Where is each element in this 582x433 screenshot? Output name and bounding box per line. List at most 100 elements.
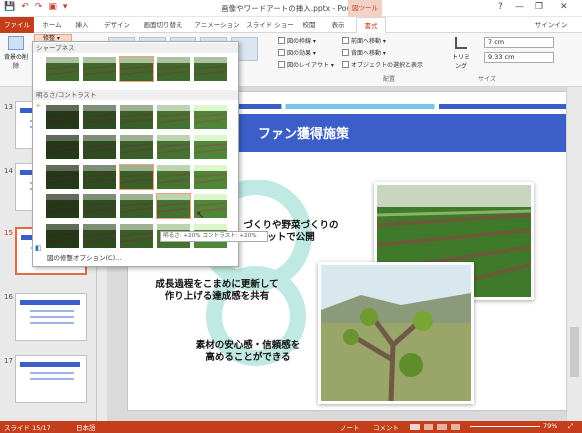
comments-button[interactable]: コメント [373,422,399,432]
vertical-scrollbar[interactable] [566,87,582,421]
brightness-contrast-option[interactable] [83,194,116,219]
field-preview-icon [83,224,116,249]
zoom-level[interactable]: 79% [543,422,557,430]
notes-button[interactable]: ノート [340,422,360,432]
fig-tree-photo[interactable] [318,262,474,404]
tab-animations[interactable]: アニメーション [192,17,242,33]
slide-thumbnail-16[interactable] [15,293,87,341]
brightness-contrast-option[interactable] [120,105,153,129]
crop-icon [455,37,467,49]
slideshow-view-icon[interactable] [450,424,460,430]
tab-insert[interactable]: 挿入 [70,17,94,33]
sharpness-option[interactable] [119,56,154,82]
picture-border-button[interactable]: 図の枠線 ▾ [278,36,316,45]
fit-to-window-icon[interactable]: ⤢ [568,422,573,431]
brightness-contrast-grid [46,105,236,250]
undo-icon[interactable]: ↶ [21,2,29,12]
picture-layout-button[interactable]: 図のレイアウト ▾ [278,60,334,69]
brightness-contrast-option[interactable] [46,105,79,129]
field-preview-icon [194,164,227,189]
tab-transitions[interactable]: 画面切り替え [140,17,186,33]
brightness-contrast-option[interactable] [83,105,116,129]
brightness-contrast-option[interactable] [119,163,154,190]
send-backward-icon [342,49,349,56]
brightness-contrast-option[interactable] [120,194,153,219]
restore-button[interactable]: ❐ [535,2,543,12]
status-bar: スライド 15/17 日本語 ノート コメント 79% ⤢ [0,421,582,433]
field-preview-icon [83,194,116,219]
sharpness-row [46,56,236,83]
zoom-slider[interactable] [470,426,540,427]
slide-counter: スライド 15/17 [4,424,51,432]
brightness-contrast-option[interactable] [46,224,79,249]
crop-button[interactable]: トリミング [450,37,472,70]
cycle-text-3[interactable]: 素材の安心感・信頼感を 高めることができる [178,340,318,364]
slideshow-start-icon[interactable]: ▣ [48,2,57,12]
slide-number: 13 [4,103,13,111]
sharpness-option[interactable] [194,57,227,81]
field-preview-icon [83,164,116,189]
sharpness-option[interactable] [46,57,79,81]
slide-number: 16 [4,293,13,301]
tab-slideshow[interactable]: スライド ショー [246,17,294,33]
reading-view-icon[interactable] [437,424,447,430]
brightness-contrast-option[interactable] [156,193,191,220]
selection-pane-button[interactable]: オブジェクトの選択と表示 [342,60,423,69]
field-preview-icon [157,134,190,159]
tab-format[interactable]: 書式 [356,17,386,33]
brightness-contrast-header: 明るさ/コントラスト [33,90,238,100]
sharpness-option[interactable] [157,57,190,81]
minimize-button[interactable]: — [515,2,524,12]
brightness-contrast-option[interactable] [120,224,153,249]
scroll-thumb[interactable] [570,327,579,377]
brightness-contrast-option[interactable] [157,134,190,159]
tab-review[interactable]: 校閲 [298,17,320,33]
field-preview-icon [194,134,227,159]
send-backward-button[interactable]: 背面へ移動 ▾ [342,48,386,57]
remove-background-icon [8,36,24,50]
save-icon[interactable]: 💾 [4,2,15,12]
tab-view[interactable]: 表示 [326,17,350,33]
brightness-contrast-option[interactable] [46,134,79,159]
view-buttons [410,424,460,430]
brightness-contrast-option[interactable] [157,164,190,189]
close-button[interactable]: ✕ [560,2,568,12]
bring-forward-button[interactable]: 前面へ移動 ▾ [342,36,386,45]
tab-file[interactable]: ファイル [0,17,34,33]
cycle-text-2[interactable]: 成長過程をこまめに更新して 作り上げる達成感を共有 [142,279,292,303]
language-indicator[interactable]: 日本語 [76,422,96,432]
normal-view-icon[interactable] [410,424,420,430]
redo-icon[interactable]: ↷ [35,2,43,12]
brightness-contrast-option[interactable] [194,105,227,129]
tab-home[interactable]: ホーム [38,17,66,33]
brightness-contrast-option[interactable] [83,134,116,159]
field-preview-icon [120,224,153,249]
tab-design[interactable]: デザイン [100,17,134,33]
sharpness-option[interactable] [83,57,116,81]
bring-forward-icon [342,37,349,44]
sorter-view-icon[interactable] [423,424,433,430]
help-button[interactable]: ? [498,2,503,12]
field-preview-icon [46,57,79,81]
brightness-contrast-option[interactable] [46,194,79,219]
brightness-contrast-option[interactable] [120,134,153,159]
remove-background-button[interactable]: 背景の削除 [4,36,28,70]
signin-link[interactable]: サインイン [534,17,568,33]
brightness-contrast-option[interactable] [194,134,227,159]
height-field[interactable]: 7 cm [484,37,554,48]
brightness-contrast-option[interactable] [46,164,79,189]
field-preview-icon [194,105,227,129]
brightness-contrast-option[interactable] [157,105,190,129]
width-field[interactable]: 9.33 cm [484,52,554,63]
slide-title[interactable]: ファン獲得施策 [258,123,349,142]
picture-effects-button[interactable]: 図の効果 ▾ [278,48,316,57]
field-preview-icon [120,57,153,81]
brightness-contrast-option[interactable] [83,164,116,189]
picture-correction-options-link[interactable]: 図の修整オプション(C)... [33,251,238,265]
brightness-contrast-option[interactable] [83,224,116,249]
field-preview-icon [46,224,79,249]
slide-thumbnail-17[interactable] [15,355,87,403]
brightness-contrast-option[interactable] [194,164,227,189]
qat-more-icon[interactable]: ▾ [63,2,68,12]
layout-icon [278,61,285,68]
